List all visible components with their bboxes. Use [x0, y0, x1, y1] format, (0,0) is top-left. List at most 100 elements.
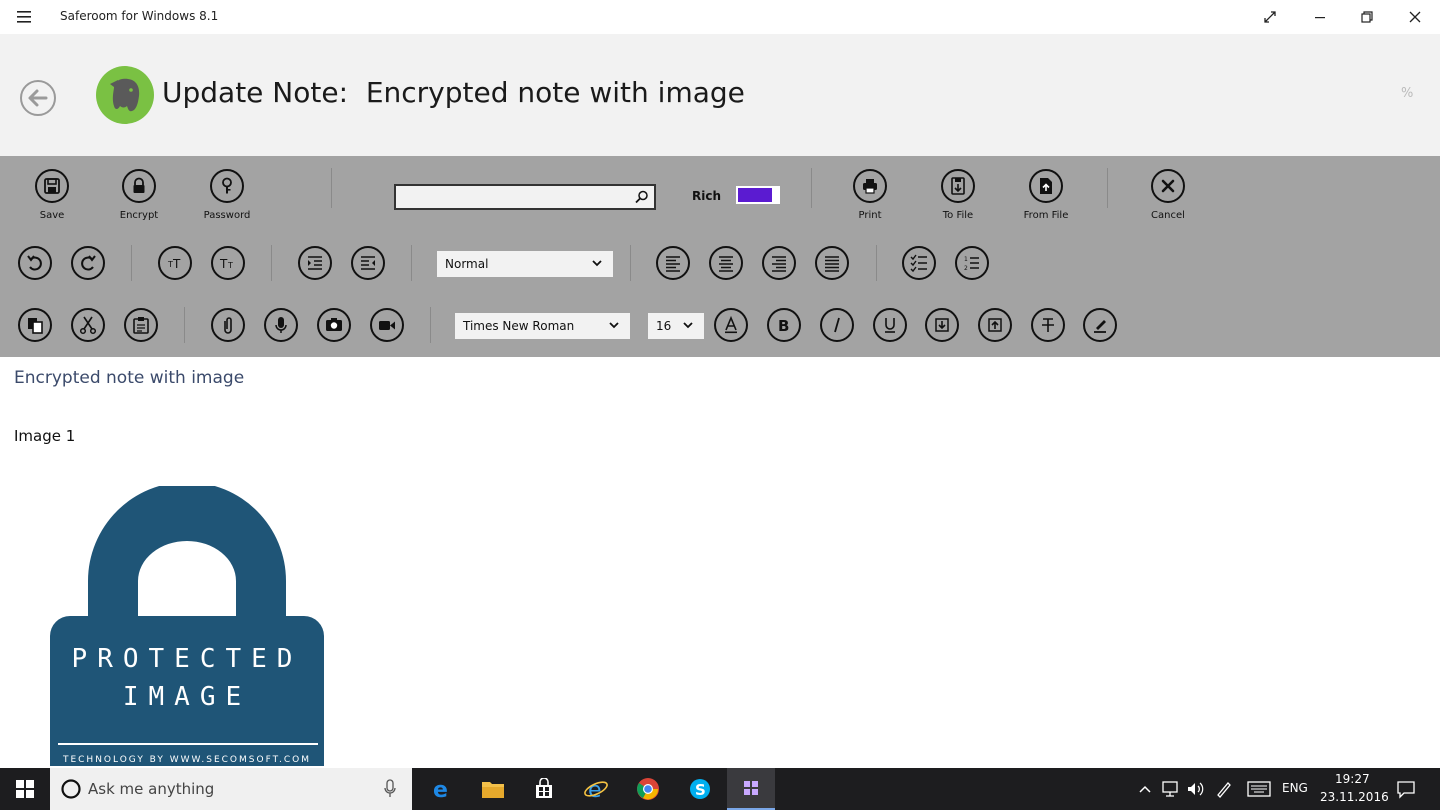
start-button[interactable]	[0, 768, 50, 810]
internet-explorer-icon[interactable]: e	[572, 768, 620, 810]
redo-button[interactable]	[71, 246, 105, 280]
superscript-button[interactable]	[978, 308, 1012, 342]
cut-button[interactable]	[71, 308, 105, 342]
from-file-button[interactable]	[1029, 169, 1063, 203]
font-family-select[interactable]: Times New Roman	[455, 313, 630, 339]
toolbar-divider	[1107, 168, 1108, 208]
bold-button[interactable]: B	[767, 308, 801, 342]
skype-icon[interactable]: S	[676, 768, 724, 810]
checklist-button[interactable]	[902, 246, 936, 280]
align-center-button[interactable]	[709, 246, 743, 280]
volume-icon[interactable]	[1186, 780, 1206, 798]
search-input[interactable]	[396, 186, 626, 208]
toolbar-divider	[811, 168, 812, 208]
indent-button[interactable]	[298, 246, 332, 280]
scissors-icon	[79, 316, 97, 335]
record-audio-button[interactable]	[264, 308, 298, 342]
rich-toggle-fill	[738, 188, 772, 202]
hamburger-menu-icon[interactable]	[14, 7, 36, 27]
toolbar-divider	[630, 245, 631, 281]
subscript-button[interactable]	[925, 308, 959, 342]
highlight-button[interactable]	[1083, 308, 1117, 342]
align-center-icon	[719, 256, 733, 272]
svg-text:T: T	[172, 257, 181, 271]
toolbar-divider	[430, 307, 431, 343]
percent-indicator: %	[1401, 86, 1414, 101]
font-size-decrease-icon: TT	[219, 257, 233, 271]
highlighter-icon	[1094, 320, 1106, 333]
fullscreen-button[interactable]	[1246, 0, 1294, 34]
microphone-icon[interactable]	[383, 779, 397, 799]
print-button[interactable]	[853, 169, 887, 203]
window-title: Saferoom for Windows 8.1	[60, 9, 219, 23]
align-right-icon	[772, 256, 786, 272]
save-label: Save	[39, 210, 65, 221]
cancel-button[interactable]	[1151, 169, 1185, 203]
image-text-line1: PROTECTED	[72, 644, 303, 674]
attach-button[interactable]	[211, 308, 245, 342]
toolbar-divider	[184, 307, 185, 343]
note-title[interactable]: Encrypted note with image	[14, 368, 244, 388]
to-file-button[interactable]	[941, 169, 975, 203]
lock-icon	[133, 177, 145, 193]
undo-button[interactable]	[18, 246, 52, 280]
save-button[interactable]	[35, 169, 69, 203]
increase-font-size-button[interactable]: TT	[158, 246, 192, 280]
network-icon[interactable]	[1161, 780, 1181, 798]
decrease-font-size-button[interactable]: TT	[211, 246, 245, 280]
italic-button[interactable]	[820, 308, 854, 342]
file-explorer-icon[interactable]	[469, 768, 517, 810]
image-label: Image 1	[14, 427, 76, 445]
align-justify-button[interactable]	[815, 246, 849, 280]
restore-button[interactable]	[1343, 0, 1391, 34]
toolbar-divider	[131, 245, 132, 281]
toolbar-divider	[411, 245, 412, 281]
paragraph-style-select[interactable]: Normal	[437, 251, 613, 277]
search-icon[interactable]	[634, 189, 650, 205]
strikethrough-button[interactable]	[1031, 308, 1065, 342]
encrypt-button[interactable]	[122, 169, 156, 203]
numbered-list-button[interactable]: 12	[955, 246, 989, 280]
password-button[interactable]	[210, 169, 244, 203]
svg-text:T: T	[219, 257, 228, 271]
align-left-button[interactable]	[656, 246, 690, 280]
take-photo-button[interactable]	[317, 308, 351, 342]
video-camera-icon	[379, 321, 395, 330]
touch-keyboard-icon[interactable]	[1247, 781, 1271, 797]
toolbar-divider	[271, 245, 272, 281]
show-hidden-icons-icon[interactable]	[1138, 783, 1152, 795]
svg-text:e: e	[588, 778, 602, 801]
pen-workspace-icon[interactable]	[1214, 779, 1234, 799]
underline-button[interactable]	[873, 308, 907, 342]
clock-date[interactable]: 23.11.2016	[1320, 790, 1389, 804]
microphone-icon	[275, 317, 287, 333]
password-label: Password	[203, 210, 251, 221]
input-language[interactable]: ENG	[1282, 781, 1308, 795]
numbered-list-icon: 12	[964, 256, 979, 272]
paperclip-icon	[224, 317, 232, 334]
copy-button[interactable]	[18, 308, 52, 342]
strikethrough-icon	[1042, 318, 1054, 332]
paste-button[interactable]	[124, 308, 158, 342]
arrow-left-icon	[28, 89, 48, 107]
outdent-button[interactable]	[351, 246, 385, 280]
page-header: Update Note: Encrypted note with image %	[0, 34, 1440, 156]
rich-toggle[interactable]	[736, 186, 780, 204]
align-right-button[interactable]	[762, 246, 796, 280]
action-center-icon[interactable]	[1396, 779, 1416, 799]
clock-time[interactable]: 19:27	[1335, 772, 1370, 786]
font-size-select[interactable]: 16	[648, 313, 704, 339]
chrome-icon[interactable]	[624, 768, 672, 810]
saferoom-app-icon[interactable]	[727, 768, 775, 810]
font-color-button[interactable]	[714, 308, 748, 342]
back-button[interactable]	[20, 80, 56, 116]
close-button[interactable]	[1391, 0, 1439, 34]
padlock-image: PROTECTED IMAGE TECHNOLOGY BY WWW.SECOMS…	[50, 486, 324, 766]
cortana-circle-icon	[61, 779, 81, 799]
record-video-button[interactable]	[370, 308, 404, 342]
store-icon[interactable]	[520, 768, 568, 810]
edge-browser-icon[interactable]: e	[418, 768, 466, 810]
cortana-search-box[interactable]: Ask me anything	[50, 768, 412, 810]
minimize-button[interactable]	[1296, 0, 1344, 34]
search-field[interactable]	[394, 184, 656, 210]
